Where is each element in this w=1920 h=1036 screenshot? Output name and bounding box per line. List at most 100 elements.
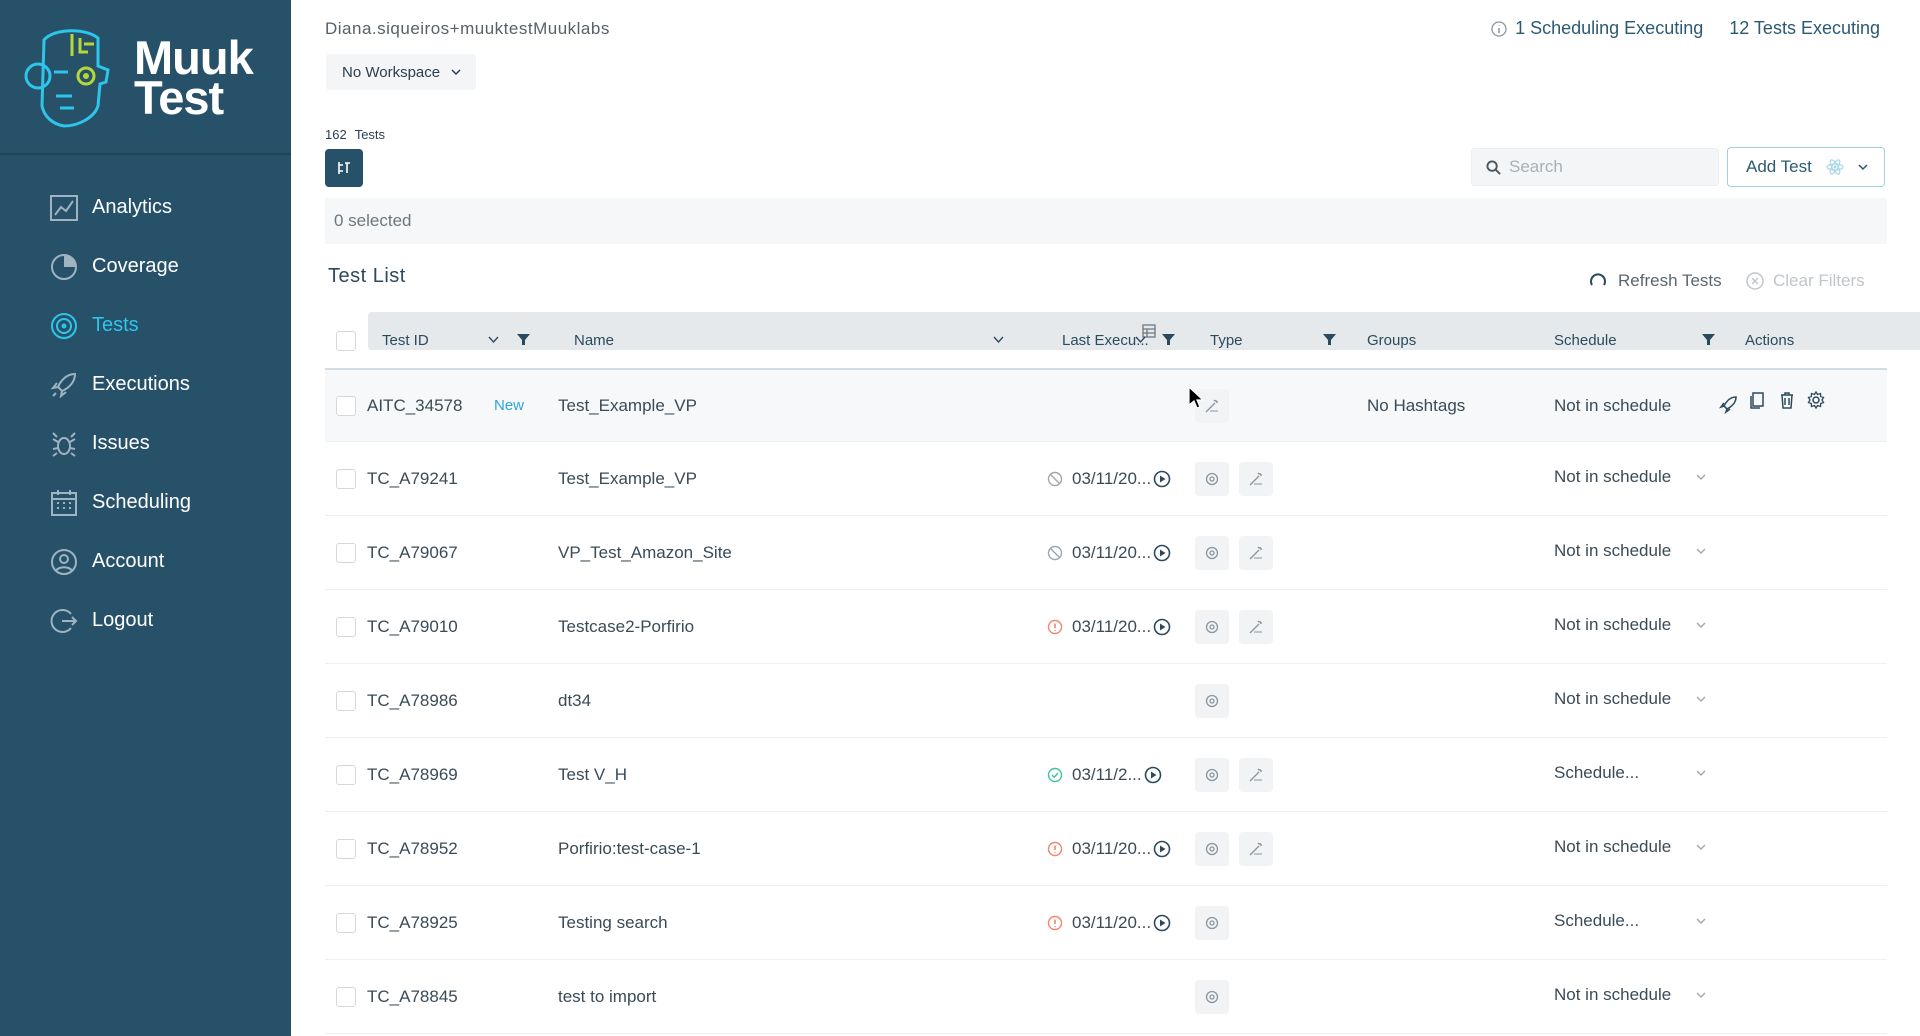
row-checkbox[interactable] bbox=[336, 765, 356, 785]
test-id[interactable]: TC_A78845 bbox=[367, 960, 458, 1033]
filter-icon[interactable] bbox=[516, 332, 531, 347]
table-row[interactable]: TC_A78845 test to import Not in schedule bbox=[325, 960, 1887, 1034]
kanban-view-button[interactable] bbox=[325, 149, 363, 187]
test-name[interactable]: test to import bbox=[558, 960, 656, 1033]
test-name[interactable]: dt34 bbox=[558, 664, 591, 737]
clear-filters-button[interactable]: Clear Filters bbox=[1745, 271, 1865, 291]
tests-executing[interactable]: 12 Tests Executing bbox=[1729, 18, 1880, 39]
duplicate-icon[interactable] bbox=[1748, 390, 1768, 410]
sidebar-item-tests[interactable]: Tests bbox=[0, 296, 291, 355]
last-execution-date[interactable]: 03/11/20... bbox=[1072, 839, 1151, 859]
sidebar-item-scheduling[interactable]: Scheduling bbox=[0, 473, 291, 532]
chevron-down-icon[interactable] bbox=[1133, 332, 1148, 347]
schedule-select[interactable]: Schedule... bbox=[1554, 736, 1706, 809]
test-id[interactable]: TC_A78986 bbox=[367, 664, 458, 737]
test-id[interactable]: TC_A78969 bbox=[367, 738, 458, 811]
row-checkbox[interactable] bbox=[336, 987, 356, 1007]
table-row[interactable]: TC_A79241 Test_Example_VP 03/11/20... Not i… bbox=[325, 442, 1887, 516]
play-execution-icon[interactable] bbox=[1153, 618, 1171, 636]
last-execution-date[interactable]: 03/11/20... bbox=[1072, 469, 1151, 489]
last-execution-date[interactable]: 03/11/20... bbox=[1072, 543, 1151, 563]
test-name[interactable]: Testcase2-Porfirio bbox=[558, 590, 694, 663]
row-checkbox[interactable] bbox=[336, 396, 356, 416]
test-id[interactable]: TC_A79241 bbox=[367, 442, 458, 515]
filter-icon[interactable] bbox=[1701, 332, 1716, 347]
type-settings-button[interactable] bbox=[1195, 610, 1229, 644]
filter-icon[interactable] bbox=[1161, 332, 1176, 347]
workspace-select[interactable]: No Workspace bbox=[326, 54, 476, 90]
schedule-select[interactable]: Not in schedule bbox=[1554, 958, 1706, 1031]
column-type[interactable]: Type bbox=[1210, 332, 1243, 349]
type-settings-button[interactable] bbox=[1195, 980, 1229, 1014]
chevron-down-icon[interactable] bbox=[486, 332, 501, 347]
row-checkbox[interactable] bbox=[336, 691, 356, 711]
play-execution-icon[interactable] bbox=[1153, 914, 1171, 932]
play-execution-icon[interactable] bbox=[1153, 544, 1171, 562]
row-checkbox[interactable] bbox=[336, 913, 356, 933]
column-name[interactable]: Name bbox=[574, 332, 614, 349]
table-row[interactable]: TC_A79010 Testcase2-Porfirio 03/11/20... No… bbox=[325, 590, 1887, 664]
type-settings-button[interactable] bbox=[1195, 906, 1229, 940]
test-name[interactable]: VP_Test_Amazon_Site bbox=[558, 516, 732, 589]
run-test-rocket-icon[interactable] bbox=[1719, 394, 1739, 414]
play-execution-icon[interactable] bbox=[1153, 840, 1171, 858]
last-execution-date[interactable]: 03/11/20... bbox=[1072, 913, 1151, 933]
search-box[interactable] bbox=[1471, 148, 1719, 186]
type-ai-button[interactable] bbox=[1239, 536, 1273, 570]
test-id[interactable]: AITC_34578 bbox=[367, 370, 462, 441]
search-input[interactable] bbox=[1509, 157, 1709, 177]
row-checkbox[interactable] bbox=[336, 543, 356, 563]
sidebar-item-issues[interactable]: Issues bbox=[0, 414, 291, 473]
row-checkbox[interactable] bbox=[336, 469, 356, 489]
type-settings-button[interactable] bbox=[1195, 536, 1229, 570]
schedule-select[interactable]: Not in schedule bbox=[1554, 662, 1706, 735]
type-settings-button[interactable] bbox=[1195, 684, 1229, 718]
column-test-id[interactable]: Test ID bbox=[382, 332, 429, 349]
play-execution-icon[interactable] bbox=[1153, 470, 1171, 488]
sidebar-item-coverage[interactable]: Coverage bbox=[0, 237, 291, 296]
filter-icon[interactable] bbox=[1322, 332, 1337, 347]
test-name[interactable]: Test_Example_VP bbox=[558, 442, 697, 515]
last-execution-date[interactable]: 03/11/2... bbox=[1072, 765, 1142, 785]
table-row[interactable]: TC_A78969 Test V_H 03/11/2... Schedule... bbox=[325, 738, 1887, 812]
test-name[interactable]: Test V_H bbox=[558, 738, 627, 811]
table-row[interactable]: TC_A79067 VP_Test_Amazon_Site 03/11/20... N… bbox=[325, 516, 1887, 590]
type-ai-button[interactable] bbox=[1239, 610, 1273, 644]
schedule-select[interactable]: Not in schedule bbox=[1554, 440, 1706, 513]
type-ai-button[interactable] bbox=[1239, 832, 1273, 866]
settings-gear-icon[interactable] bbox=[1806, 390, 1826, 410]
test-name[interactable]: Porfirio:test-case-1 bbox=[558, 812, 701, 885]
test-id[interactable]: TC_A79067 bbox=[367, 516, 458, 589]
row-checkbox[interactable] bbox=[336, 839, 356, 859]
logo[interactable]: Muuk Test bbox=[0, 0, 291, 155]
last-execution-date[interactable]: 03/11/20... bbox=[1072, 617, 1151, 637]
schedule-select[interactable]: Not in schedule bbox=[1554, 588, 1706, 661]
column-schedule[interactable]: Schedule bbox=[1554, 332, 1617, 349]
chevron-down-icon[interactable] bbox=[991, 332, 1006, 347]
sidebar-item-analytics[interactable]: Analytics bbox=[0, 178, 291, 237]
schedule-select[interactable]: Not in schedule bbox=[1554, 514, 1706, 587]
type-settings-button[interactable] bbox=[1195, 832, 1229, 866]
type-settings-button[interactable] bbox=[1195, 758, 1229, 792]
schedule-select[interactable]: Schedule... bbox=[1554, 884, 1706, 957]
schedule-select[interactable]: Not in schedule bbox=[1554, 810, 1706, 883]
test-name[interactable]: Testing search bbox=[558, 886, 668, 959]
sidebar-item-account[interactable]: Account bbox=[0, 532, 291, 591]
schedule-select[interactable]: Not in schedule bbox=[1554, 370, 1671, 441]
select-all-checkbox[interactable] bbox=[336, 331, 356, 351]
type-ai-button[interactable] bbox=[1239, 462, 1273, 496]
table-row[interactable]: TC_A78952 Porfirio:test-case-1 03/11/20...… bbox=[325, 812, 1887, 886]
column-groups[interactable]: Groups bbox=[1367, 332, 1416, 349]
table-row[interactable]: TC_A78925 Testing search 03/11/20... Schedu… bbox=[325, 886, 1887, 960]
test-id[interactable]: TC_A79010 bbox=[367, 590, 458, 663]
table-row[interactable]: TC_A78986 dt34 Not in schedule bbox=[325, 664, 1887, 738]
test-name[interactable]: Test_Example_VP bbox=[558, 370, 697, 441]
sidebar-item-executions[interactable]: Executions bbox=[0, 355, 291, 414]
delete-icon[interactable] bbox=[1777, 390, 1797, 410]
sidebar-item-logout[interactable]: Logout bbox=[0, 591, 291, 650]
scheduling-executing[interactable]: 1 Scheduling Executing bbox=[1515, 18, 1703, 39]
play-execution-icon[interactable] bbox=[1144, 766, 1162, 784]
type-settings-button[interactable] bbox=[1195, 462, 1229, 496]
row-checkbox[interactable] bbox=[336, 617, 356, 637]
refresh-tests-button[interactable]: Refresh Tests bbox=[1588, 271, 1722, 291]
